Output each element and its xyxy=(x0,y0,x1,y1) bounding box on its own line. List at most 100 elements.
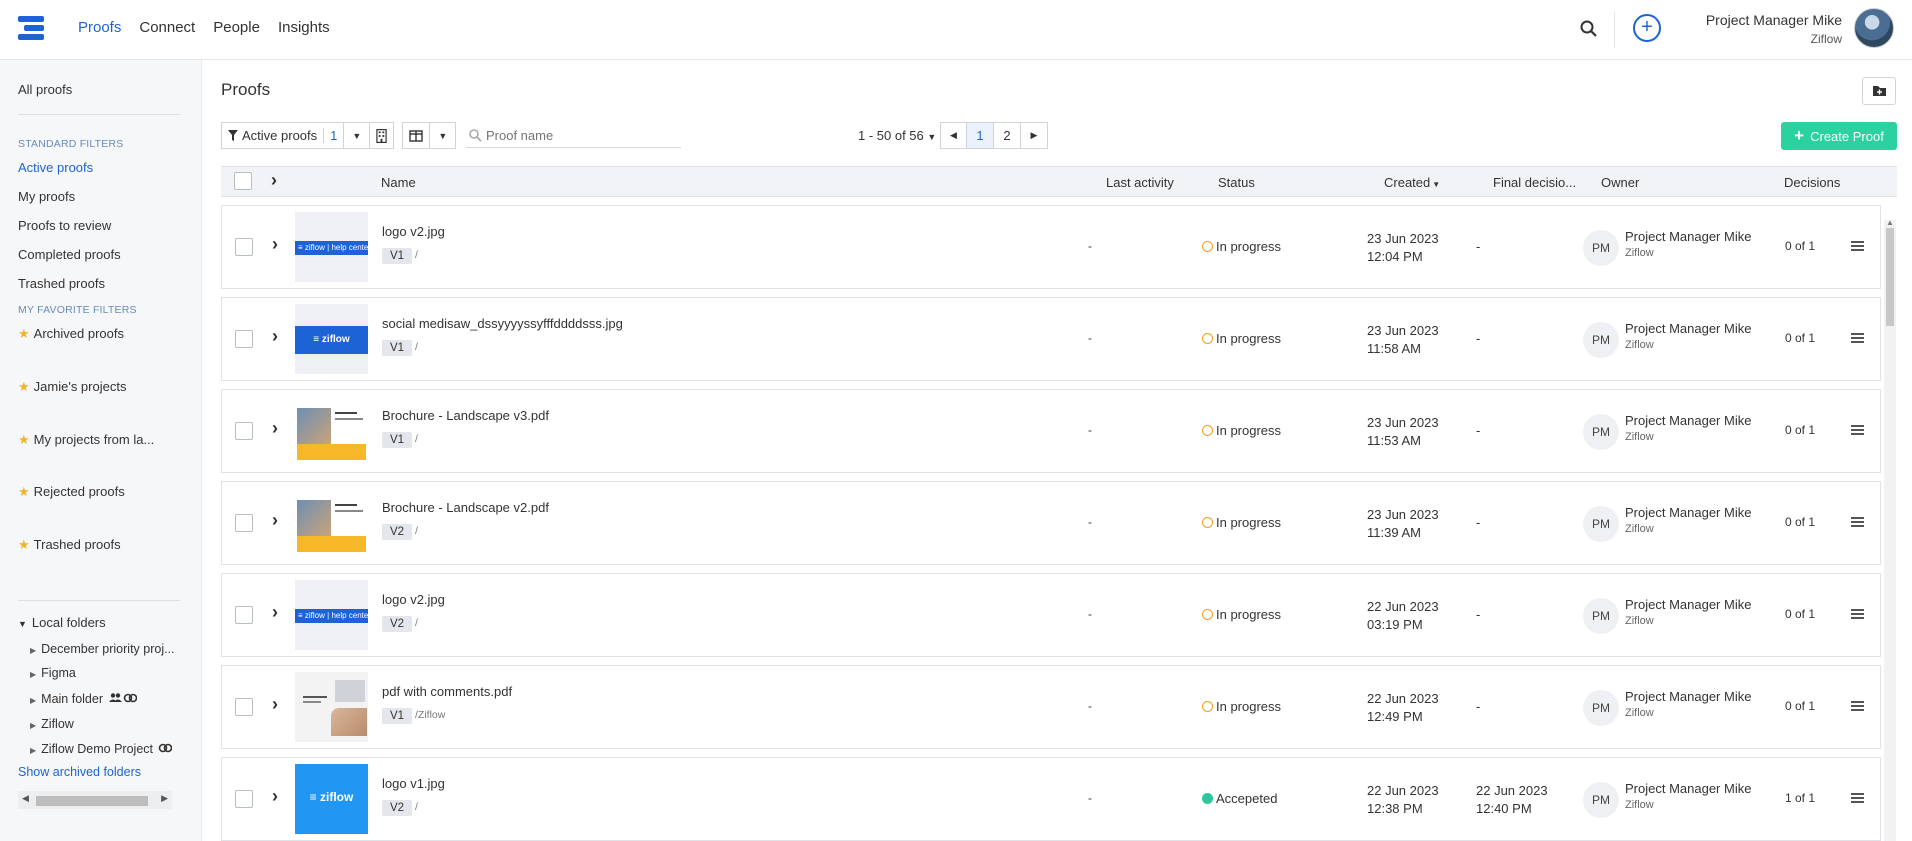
proof-thumbnail[interactable]: ≡ ziflow | help center xyxy=(295,580,368,650)
proof-thumbnail[interactable] xyxy=(295,396,368,466)
select-all-checkbox[interactable] xyxy=(234,172,252,190)
ziflow-logo[interactable] xyxy=(16,14,48,46)
show-archived-folders-link[interactable]: Show archived folders xyxy=(18,765,141,779)
sidebar-item-active-proofs[interactable]: Active proofs xyxy=(18,160,93,175)
table-row[interactable]: › ≡ ziflow | help center logo v2.jpg V1 … xyxy=(221,205,1881,289)
col-decisions[interactable]: Decisions xyxy=(1784,175,1840,190)
proof-name-input[interactable] xyxy=(486,124,666,146)
version-badge[interactable]: V1 xyxy=(382,432,413,448)
proof-name[interactable]: Brochure - Landscape v2.pdf xyxy=(382,500,549,515)
proof-thumbnail[interactable]: ≡ ziflow xyxy=(295,764,368,834)
favorite-my-projects[interactable]: ★ My projects from la... xyxy=(18,432,154,448)
col-final-decision[interactable]: Final decisio... xyxy=(1493,175,1576,190)
favorite-trashed-proofs[interactable]: ★ Trashed proofs xyxy=(18,537,121,553)
page-2-button[interactable]: 2 xyxy=(994,122,1021,149)
folder-main[interactable]: ▶ Main folder xyxy=(30,692,138,706)
favorite-rejected-proofs[interactable]: ★ Rejected proofs xyxy=(18,484,125,500)
create-proof-button[interactable]: + Create Proof xyxy=(1781,122,1897,150)
scroll-thumb[interactable] xyxy=(1886,228,1894,326)
version-badge[interactable]: V1 xyxy=(382,248,413,264)
proof-thumbnail[interactable]: ≡ ziflow xyxy=(295,304,368,374)
row-checkbox[interactable] xyxy=(235,238,253,256)
expand-row-icon[interactable]: › xyxy=(272,234,278,255)
row-checkbox[interactable] xyxy=(235,422,253,440)
proof-name[interactable]: logo v2.jpg xyxy=(382,592,445,607)
user-name[interactable]: Project Manager Mike xyxy=(1706,12,1842,28)
row-checkbox[interactable] xyxy=(235,606,253,624)
sidebar-item-completed-proofs[interactable]: Completed proofs xyxy=(18,247,121,262)
proof-thumbnail[interactable] xyxy=(295,672,368,742)
columns-dropdown-button[interactable]: ▼ xyxy=(430,122,457,149)
sidebar-item-trashed-proofs[interactable]: Trashed proofs xyxy=(18,276,105,291)
prev-page-button[interactable]: ◀ xyxy=(940,122,967,149)
table-row[interactable]: › Brochure - Landscape v2.pdf V2 / - In … xyxy=(221,481,1881,565)
proof-name[interactable]: Brochure - Landscape v3.pdf xyxy=(382,408,549,423)
expand-row-icon[interactable]: › xyxy=(272,510,278,531)
row-menu-icon[interactable] xyxy=(1851,793,1864,805)
table-row[interactable]: › ≡ ziflow logo v1.jpg V2 / - Accepeted … xyxy=(221,757,1881,841)
building-filter-button[interactable] xyxy=(370,122,395,149)
table-row[interactable]: › pdf with comments.pdf V1 /Ziflow - In … xyxy=(221,665,1881,749)
pagination-range[interactable]: 1 - 50 of 56 ▼ xyxy=(858,128,936,143)
scroll-thumb[interactable] xyxy=(36,796,148,806)
expand-row-icon[interactable]: › xyxy=(272,602,278,623)
proof-name[interactable]: logo v2.jpg xyxy=(382,224,445,239)
proof-thumbnail[interactable] xyxy=(295,488,368,558)
new-folder-button[interactable] xyxy=(1862,77,1896,105)
version-badge[interactable]: V2 xyxy=(382,524,413,540)
row-menu-icon[interactable] xyxy=(1851,425,1864,437)
folder-december[interactable]: ▶ December priority proj... xyxy=(30,642,175,656)
search-icon[interactable] xyxy=(1579,19,1599,39)
expand-all-icon[interactable]: › xyxy=(271,170,277,191)
row-checkbox[interactable] xyxy=(235,790,253,808)
row-menu-icon[interactable] xyxy=(1851,333,1864,345)
favorite-archived-proofs[interactable]: ★ Archived proofs xyxy=(18,326,124,342)
col-name[interactable]: Name xyxy=(381,175,416,190)
nav-people[interactable]: People xyxy=(213,19,260,36)
proof-name[interactable]: social medisaw_dssyyyyssyfffddddsss.jpg xyxy=(382,316,623,331)
folder-figma[interactable]: ▶ Figma xyxy=(30,666,76,680)
col-last-activity[interactable]: Last activity xyxy=(1106,175,1174,190)
version-badge[interactable]: V2 xyxy=(382,616,413,632)
nav-proofs[interactable]: Proofs xyxy=(78,19,121,36)
row-menu-icon[interactable] xyxy=(1851,609,1864,621)
row-checkbox[interactable] xyxy=(235,698,253,716)
sidebar-item-all-proofs[interactable]: All proofs xyxy=(18,82,72,97)
version-badge[interactable]: V1 xyxy=(382,340,413,356)
nav-insights[interactable]: Insights xyxy=(278,19,330,36)
columns-button[interactable] xyxy=(402,122,431,149)
row-checkbox[interactable] xyxy=(235,330,253,348)
expand-row-icon[interactable]: › xyxy=(272,326,278,347)
filter-dropdown-button[interactable]: ▼ xyxy=(344,122,371,149)
proof-name[interactable]: pdf with comments.pdf xyxy=(382,684,512,699)
expand-row-icon[interactable]: › xyxy=(272,418,278,439)
row-menu-icon[interactable] xyxy=(1851,241,1864,253)
avatar[interactable] xyxy=(1854,8,1894,48)
sidebar-item-proofs-to-review[interactable]: Proofs to review xyxy=(18,218,111,233)
favorite-jamies-projects[interactable]: ★ Jamie's projects xyxy=(18,379,126,395)
scroll-right-icon[interactable]: ▶ xyxy=(161,793,168,804)
sidebar-hscrollbar[interactable]: ◀ ▶ xyxy=(18,791,172,809)
row-menu-icon[interactable] xyxy=(1851,517,1864,529)
table-row[interactable]: › ≡ ziflow | help center logo v2.jpg V2 … xyxy=(221,573,1881,657)
folder-ziflow[interactable]: ▶ Ziflow xyxy=(30,717,74,731)
version-badge[interactable]: V1 xyxy=(382,708,413,724)
nav-connect[interactable]: Connect xyxy=(139,19,195,36)
row-checkbox[interactable] xyxy=(235,514,253,532)
version-badge[interactable]: V2 xyxy=(382,800,413,816)
proof-name[interactable]: logo v1.jpg xyxy=(382,776,445,791)
scroll-up-icon[interactable]: ▲ xyxy=(1886,218,1894,227)
table-row[interactable]: › Brochure - Landscape v3.pdf V1 / - In … xyxy=(221,389,1881,473)
next-page-button[interactable]: ▶ xyxy=(1021,122,1048,149)
col-owner[interactable]: Owner xyxy=(1601,175,1639,190)
expand-row-icon[interactable]: › xyxy=(272,694,278,715)
proof-thumbnail[interactable]: ≡ ziflow | help center xyxy=(295,212,368,282)
row-menu-icon[interactable] xyxy=(1851,701,1864,713)
folder-ziflow-demo[interactable]: ▶ Ziflow Demo Project xyxy=(30,742,173,756)
expand-row-icon[interactable]: › xyxy=(272,786,278,807)
table-row[interactable]: › ≡ ziflow social medisaw_dssyyyyssyfffd… xyxy=(221,297,1881,381)
scroll-left-icon[interactable]: ◀ xyxy=(22,793,29,804)
add-icon[interactable]: + xyxy=(1633,14,1661,42)
col-status[interactable]: Status xyxy=(1218,175,1255,190)
page-1-button[interactable]: 1 xyxy=(967,122,994,149)
